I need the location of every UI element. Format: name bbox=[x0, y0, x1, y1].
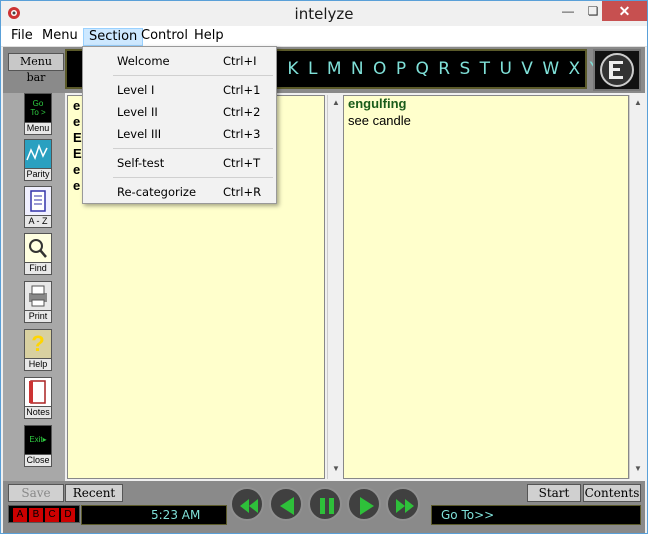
alphabet-letters[interactable]: J K L M N O P Q R S T U V W X Y Z bbox=[273, 59, 623, 79]
fast-forward-button[interactable] bbox=[386, 487, 420, 521]
tool-notes[interactable]: Notes bbox=[24, 377, 52, 419]
pause-button[interactable] bbox=[308, 487, 342, 521]
exit-icon: Exit▸ bbox=[24, 425, 52, 455]
scroll-down-icon[interactable]: ▼ bbox=[632, 463, 644, 475]
menu-item-shortcut: Ctrl+2 bbox=[223, 105, 261, 119]
menu-item-label: Self-test bbox=[117, 156, 165, 170]
window-title: intelyze bbox=[294, 5, 354, 23]
menu-item-label: Re-categorize bbox=[117, 185, 197, 199]
menu-help[interactable]: Help bbox=[189, 28, 229, 46]
tool-label: Find bbox=[24, 263, 52, 275]
menu-section[interactable]: Section bbox=[83, 28, 144, 46]
previous-button[interactable] bbox=[269, 487, 303, 521]
menu-menu[interactable]: Menu bbox=[37, 28, 83, 46]
indicator-a[interactable]: A bbox=[13, 508, 27, 522]
menu-item-re-categorize[interactable]: Re-categorize Ctrl+R bbox=[83, 182, 276, 202]
indicator-c[interactable]: C bbox=[45, 508, 59, 522]
scroll-down-icon[interactable]: ▼ bbox=[330, 463, 342, 475]
logo bbox=[593, 49, 641, 91]
tool-label: A - Z bbox=[24, 216, 52, 228]
contents-button[interactable]: Contents bbox=[583, 484, 641, 502]
list-item[interactable]: E bbox=[73, 146, 82, 161]
menu-item-level-2[interactable]: Level II Ctrl+2 bbox=[83, 102, 276, 122]
menu-separator bbox=[113, 177, 273, 178]
menu-item-label: Level I bbox=[117, 83, 155, 97]
tool-goto[interactable]: Go To > Menu bbox=[24, 93, 52, 135]
menu-item-label: Level II bbox=[117, 105, 158, 119]
menu-control[interactable]: Control bbox=[136, 28, 193, 46]
menu-item-welcome[interactable]: Welcome Ctrl+I bbox=[83, 51, 276, 71]
list-item[interactable]: e bbox=[73, 98, 80, 113]
menu-separator bbox=[113, 75, 273, 76]
clock-text: 5:23 AM bbox=[151, 508, 201, 522]
tool-label: Close bbox=[24, 455, 52, 467]
next-button[interactable] bbox=[347, 487, 381, 521]
menu-item-label: Welcome bbox=[117, 54, 170, 68]
goto-text[interactable]: Go To>> bbox=[441, 508, 494, 522]
menu-item-self-test[interactable]: Self-test Ctrl+T bbox=[83, 153, 276, 173]
question-icon: ? bbox=[24, 329, 52, 359]
app-window: intelyze — ❏ ✕ File Menu Section Control… bbox=[0, 0, 648, 534]
tool-label: Menu bbox=[24, 123, 52, 135]
rewind-button[interactable] bbox=[230, 487, 264, 521]
definition-pane bbox=[343, 95, 629, 479]
tool-find[interactable]: Find bbox=[24, 233, 52, 275]
left-scrollbar[interactable]: ▲ ▼ bbox=[327, 95, 343, 479]
menu-item-level-1[interactable]: Level I Ctrl+1 bbox=[83, 80, 276, 100]
tool-print[interactable]: Print bbox=[24, 281, 52, 323]
menu-item-level-3[interactable]: Level III Ctrl+3 bbox=[83, 124, 276, 144]
fast-forward-icon bbox=[396, 499, 414, 513]
tool-close[interactable]: Exit▸ Close bbox=[24, 425, 52, 467]
notes-icon bbox=[24, 377, 52, 407]
list-item[interactable]: e bbox=[73, 178, 80, 193]
menu-separator bbox=[113, 148, 273, 149]
previous-icon bbox=[280, 497, 294, 515]
menu-item-shortcut: Ctrl+3 bbox=[223, 127, 261, 141]
title-bar: intelyze — ❏ ✕ bbox=[1, 1, 647, 26]
start-button[interactable]: Start bbox=[527, 484, 581, 502]
menu-item-shortcut: Ctrl+R bbox=[223, 185, 262, 199]
save-button[interactable]: Save bbox=[8, 484, 64, 502]
tool-label: Help bbox=[24, 359, 52, 371]
logo-icon bbox=[600, 53, 634, 87]
indicator-d[interactable]: D bbox=[61, 508, 75, 522]
tool-help[interactable]: ? Help bbox=[24, 329, 52, 371]
indicator-b[interactable]: B bbox=[29, 508, 43, 522]
tool-label: Notes bbox=[24, 407, 52, 419]
minimize-button[interactable]: — bbox=[554, 1, 582, 21]
scroll-up-icon[interactable]: ▲ bbox=[632, 97, 644, 109]
abcd-indicator: A B C D bbox=[8, 505, 80, 523]
rewind-icon bbox=[240, 499, 258, 513]
pause-icon bbox=[320, 498, 334, 514]
entry-definition[interactable]: see candle bbox=[348, 113, 411, 128]
tool-label: Parity bbox=[24, 169, 52, 181]
magnifier-icon bbox=[24, 233, 52, 263]
close-button[interactable]: ✕ bbox=[602, 1, 647, 21]
list-item[interactable]: e bbox=[73, 162, 80, 177]
list-item[interactable]: E bbox=[73, 130, 82, 145]
parity-icon bbox=[24, 139, 52, 169]
recent-button[interactable]: Recent bbox=[65, 484, 123, 502]
menu-item-shortcut: Ctrl+I bbox=[223, 54, 257, 68]
tool-label: Print bbox=[24, 311, 52, 323]
printer-icon bbox=[24, 281, 52, 311]
menu-item-shortcut: Ctrl+T bbox=[223, 156, 261, 170]
right-scrollbar[interactable]: ▲ ▼ bbox=[629, 95, 645, 479]
scroll-up-icon[interactable]: ▲ bbox=[330, 97, 342, 109]
menu-file[interactable]: File bbox=[6, 28, 38, 46]
menu-bar-button[interactable]: Menu bar bbox=[8, 53, 64, 84]
menu-item-label: Level III bbox=[117, 127, 162, 141]
list-item[interactable]: e bbox=[73, 114, 80, 129]
next-icon bbox=[360, 497, 374, 515]
section-dropdown: Welcome Ctrl+I Level I Ctrl+1 Level II C… bbox=[82, 46, 277, 204]
menu-bar: File Menu Section Control Help bbox=[1, 26, 647, 47]
goto-icon: Go To > bbox=[24, 93, 52, 123]
tool-parity[interactable]: Parity bbox=[24, 139, 52, 181]
menu-item-shortcut: Ctrl+1 bbox=[223, 83, 261, 97]
entry-term: engulfing bbox=[348, 96, 407, 111]
tool-a-z[interactable]: A - Z bbox=[24, 186, 52, 228]
dictionary-icon bbox=[24, 186, 52, 216]
